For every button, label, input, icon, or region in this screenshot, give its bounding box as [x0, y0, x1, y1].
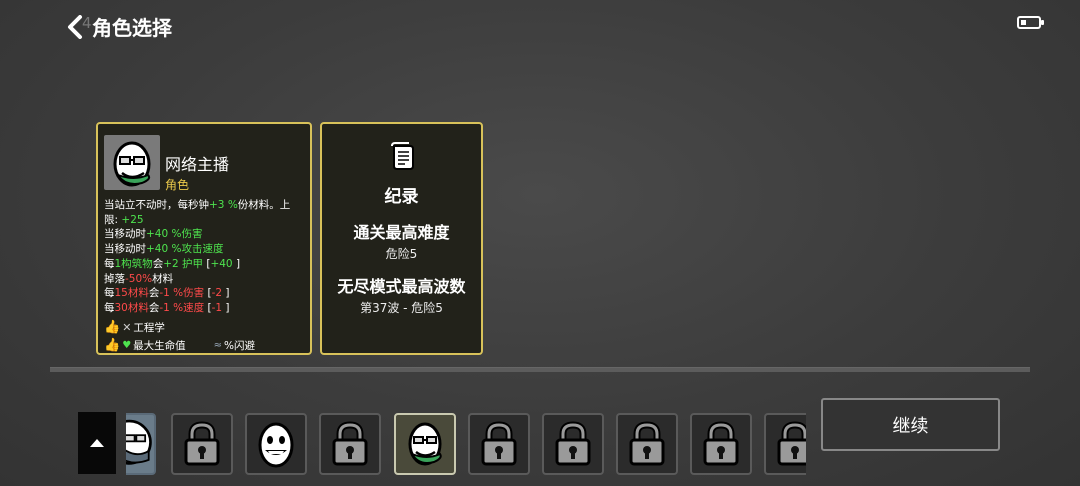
tag-max-hp: 最大生命值	[133, 340, 186, 352]
character-info-panel: 网络主播 角色 当站立不动时，每秒钟+3 %份材料。上 限: +25 当移动时+40…	[96, 122, 312, 355]
battery-icon	[1017, 16, 1044, 29]
egg-character-icon	[258, 422, 294, 468]
stat-line: 每15材料会-1 %伤害 [-2 ]	[104, 287, 230, 300]
scroll-up-button[interactable]	[78, 412, 116, 474]
endless-label: 无尽模式最高波数	[337, 277, 466, 296]
lock-icon	[184, 421, 220, 466]
lock-icon	[777, 421, 806, 466]
character-slot[interactable]	[468, 413, 530, 475]
scroll-icon	[391, 142, 414, 170]
continue-button[interactable]: 继续	[821, 398, 1000, 451]
wrench-icon: ✕	[122, 321, 132, 334]
stat-line: 当移动时+40 %伤害	[104, 228, 203, 241]
stat-line: 每1构筑物会+2 护甲 [+40 ]	[104, 257, 241, 270]
character-name: 网络主播	[165, 155, 230, 174]
character-slot[interactable]	[171, 413, 233, 475]
character-slot[interactable]	[764, 413, 806, 475]
tag-row-2: 👍 ♥ 最大生命值 ≈ %闪避	[104, 338, 304, 353]
character-slot[interactable]	[319, 413, 381, 475]
streamer-egg-icon	[408, 422, 442, 466]
streamer-egg-icon	[113, 141, 151, 187]
character-slot[interactable]	[690, 413, 752, 475]
stat-line: 掉落-50%材料	[104, 272, 174, 285]
character-type: 角色	[165, 178, 190, 192]
stat-list: 当站立不动时，每秒钟+3 %份材料。上 限: +25 当移动时+40 %伤害当移动时…	[104, 198, 308, 316]
lock-icon	[332, 421, 368, 466]
character-slot[interactable]	[616, 413, 678, 475]
partial-character-icon	[126, 419, 152, 465]
max-difficulty-label: 通关最高难度	[353, 223, 450, 242]
character-slot[interactable]	[394, 413, 456, 475]
tag-row-1: 👍 ✕ 工程学	[104, 320, 165, 335]
lock-icon	[555, 421, 591, 466]
back-button[interactable]: 4 角色选择	[66, 12, 172, 41]
tag-dodge: %闪避	[224, 340, 256, 352]
heart-icon: ♥	[122, 340, 132, 351]
character-slot[interactable]	[126, 413, 156, 475]
divider	[50, 367, 1030, 372]
character-slot[interactable]	[245, 413, 307, 475]
triangle-up-icon	[90, 439, 104, 447]
stat-line: 限: +25	[104, 213, 144, 226]
tag-engineering: 工程学	[133, 322, 165, 334]
lock-icon	[703, 421, 739, 466]
thumbs-up-icon: 👍	[104, 320, 121, 335]
stat-line: 当移动时+40 %攻击速度	[104, 243, 224, 256]
thumbs-up-icon: 👍	[104, 338, 121, 353]
records-panel: 纪录 通关最高难度 危险5 无尽模式最高波数 第37波 - 危险5	[320, 122, 483, 355]
lock-icon	[481, 421, 517, 466]
records-title: 纪录	[384, 187, 419, 207]
page-title: 角色选择	[92, 16, 172, 40]
stat-line: 每30材料会-1 %速度 [-1 ]	[104, 301, 230, 314]
lock-icon	[629, 421, 665, 466]
endless-value: 第37波 - 危险5	[360, 301, 443, 315]
character-slot-list	[126, 412, 806, 476]
character-slot[interactable]	[542, 413, 604, 475]
character-portrait	[104, 135, 160, 190]
back-badge: 4	[82, 14, 92, 32]
dodge-icon: ≈	[213, 340, 223, 351]
max-difficulty-value: 危险5	[385, 247, 418, 261]
stat-line: 当站立不动时，每秒钟+3 %份材料。上	[104, 199, 291, 211]
